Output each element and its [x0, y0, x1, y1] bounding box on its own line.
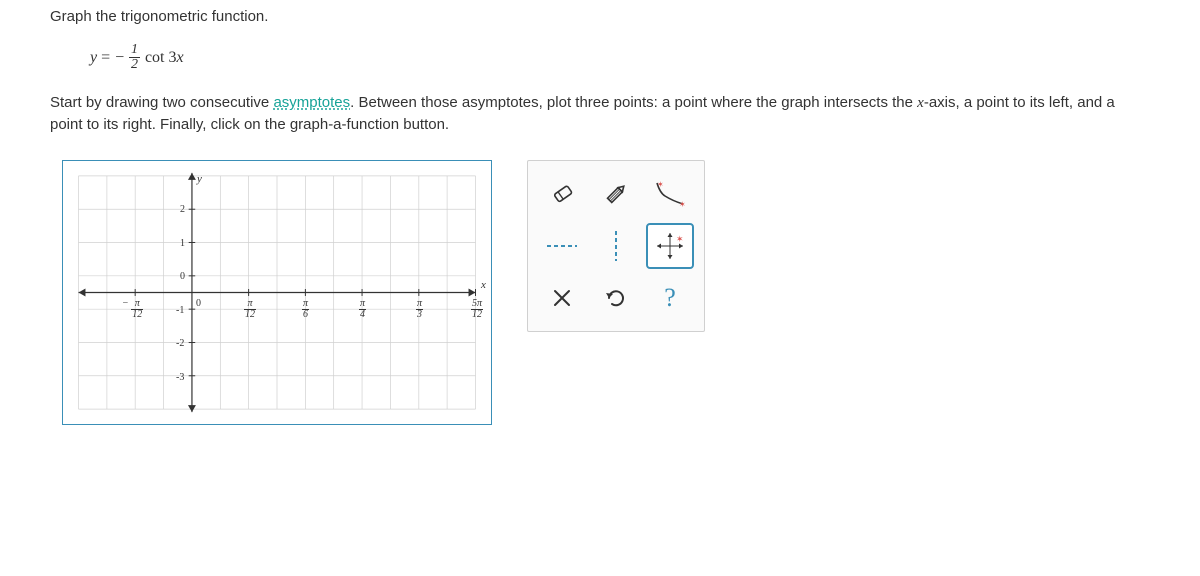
- asymptotes-link[interactable]: asymptotes: [273, 94, 350, 111]
- curve-icon: ✶ ✶: [653, 179, 687, 209]
- help-button[interactable]: ?: [646, 275, 694, 321]
- tool-panel: ✶ ✶: [527, 160, 705, 332]
- vdash-icon: [606, 229, 626, 263]
- vertical-asymptote-tool[interactable]: [592, 223, 640, 269]
- undo-button[interactable]: [592, 275, 640, 321]
- graph-canvas[interactable]: y x 2 1 0 -1 -2 -3 0 − π12 π12 π6 π4: [62, 160, 492, 425]
- eraser-tool[interactable]: [538, 171, 586, 217]
- point-icon: ✶: [654, 230, 686, 262]
- instructions-text: Start by drawing two consecutive asympto…: [50, 92, 1150, 135]
- y-axis-label: y: [197, 173, 202, 185]
- pencil-icon: [601, 179, 631, 209]
- graph-function-tool[interactable]: ✶ ✶: [646, 171, 694, 217]
- page-title: Graph the trigonometric function.: [50, 8, 1150, 25]
- undo-icon: [603, 285, 629, 311]
- equation-display: y = − 1 2 cot 3x: [90, 43, 1150, 72]
- svg-text:✶: ✶: [657, 180, 664, 189]
- plot-point-tool[interactable]: ✶: [646, 223, 694, 269]
- pencil-tool[interactable]: [592, 171, 640, 217]
- svg-text:✶: ✶: [679, 200, 686, 209]
- eraser-icon: [547, 179, 577, 209]
- x-axis-label: x: [481, 279, 486, 291]
- close-icon: [551, 287, 573, 309]
- clear-button[interactable]: [538, 275, 586, 321]
- hdash-icon: [545, 236, 579, 256]
- grid-svg: [63, 161, 491, 424]
- help-icon: ?: [664, 283, 676, 313]
- svg-text:✶: ✶: [676, 234, 684, 244]
- horizontal-asymptote-tool[interactable]: [538, 223, 586, 269]
